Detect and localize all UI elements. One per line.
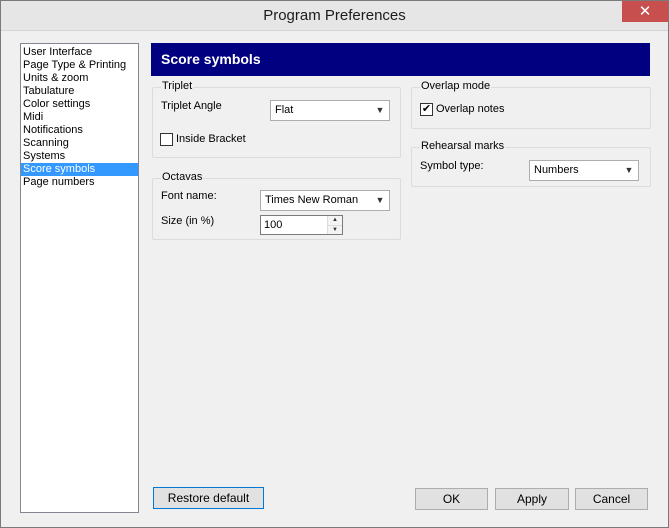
close-button[interactable]: ✕ <box>622 1 668 22</box>
rehearsal-marks-group-label: Rehearsal marks <box>420 140 506 152</box>
arrow-up-icon[interactable]: ▲ <box>328 216 342 225</box>
font-name-label: Font name: <box>161 190 217 202</box>
close-icon: ✕ <box>638 3 652 20</box>
nav-item[interactable]: Units & zoom <box>21 72 138 85</box>
cancel-button[interactable]: Cancel <box>575 488 648 510</box>
overlap-mode-group-label: Overlap mode <box>420 80 492 92</box>
window-title: Program Preferences <box>263 7 406 24</box>
octavas-group-label: Octavas <box>161 171 204 183</box>
symbol-type-label: Symbol type: <box>420 160 484 172</box>
font-name-value: Times New Roman <box>265 194 359 206</box>
size-percent-spinner[interactable]: 100 ▲ ▼ <box>260 215 343 235</box>
size-percent-label: Size (in %) <box>161 215 215 227</box>
chevron-down-icon: ▼ <box>624 165 634 175</box>
triplet-angle-value: Flat <box>275 104 294 116</box>
restore-default-button[interactable]: Restore default <box>153 487 264 509</box>
triplet-angle-select[interactable]: Flat ▼ <box>270 100 390 121</box>
panel-header: Score symbols <box>151 43 650 76</box>
apply-button[interactable]: Apply <box>495 488 569 510</box>
font-name-select[interactable]: Times New Roman ▼ <box>260 190 390 211</box>
triplet-group: Triplet <box>152 80 401 158</box>
size-percent-value: 100 <box>264 219 283 231</box>
inside-bracket-label[interactable]: Inside Bracket <box>176 133 246 145</box>
triplet-group-label: Triplet <box>161 80 194 92</box>
category-list[interactable]: User Interface Page Type & Printing Units … <box>20 43 139 513</box>
nav-item[interactable]: Score symbols <box>21 163 138 176</box>
nav-item[interactable]: Systems <box>21 150 138 163</box>
chevron-down-icon: ▼ <box>375 105 385 115</box>
nav-item[interactable]: Page Type & Printing <box>21 59 138 72</box>
title-bar[interactable]: Program Preferences ✕ <box>1 1 668 31</box>
overlap-notes-label[interactable]: Overlap notes <box>436 103 504 115</box>
nav-item[interactable]: Notifications <box>21 124 138 137</box>
triplet-angle-label: Triplet Angle <box>161 100 222 112</box>
inside-bracket-checkbox[interactable] <box>160 133 173 146</box>
arrow-down-icon[interactable]: ▼ <box>328 225 342 234</box>
nav-item[interactable]: Color settings <box>21 98 138 111</box>
ok-button[interactable]: OK <box>415 488 488 510</box>
preferences-window: Program Preferences ✕ User Interface Page… <box>0 0 669 528</box>
chevron-down-icon: ▼ <box>375 195 385 205</box>
symbol-type-value: Numbers <box>534 164 579 176</box>
symbol-type-select[interactable]: Numbers ▼ <box>529 160 639 181</box>
nav-item[interactable]: Page numbers <box>21 176 138 189</box>
nav-item[interactable]: Scanning <box>21 137 138 150</box>
nav-item[interactable]: Tabulature <box>21 85 138 98</box>
checkmark-icon: ✔ <box>421 103 432 115</box>
nav-item[interactable]: Midi <box>21 111 138 124</box>
nav-item[interactable]: User Interface <box>21 46 138 59</box>
overlap-notes-checkbox[interactable]: ✔ <box>420 103 433 116</box>
